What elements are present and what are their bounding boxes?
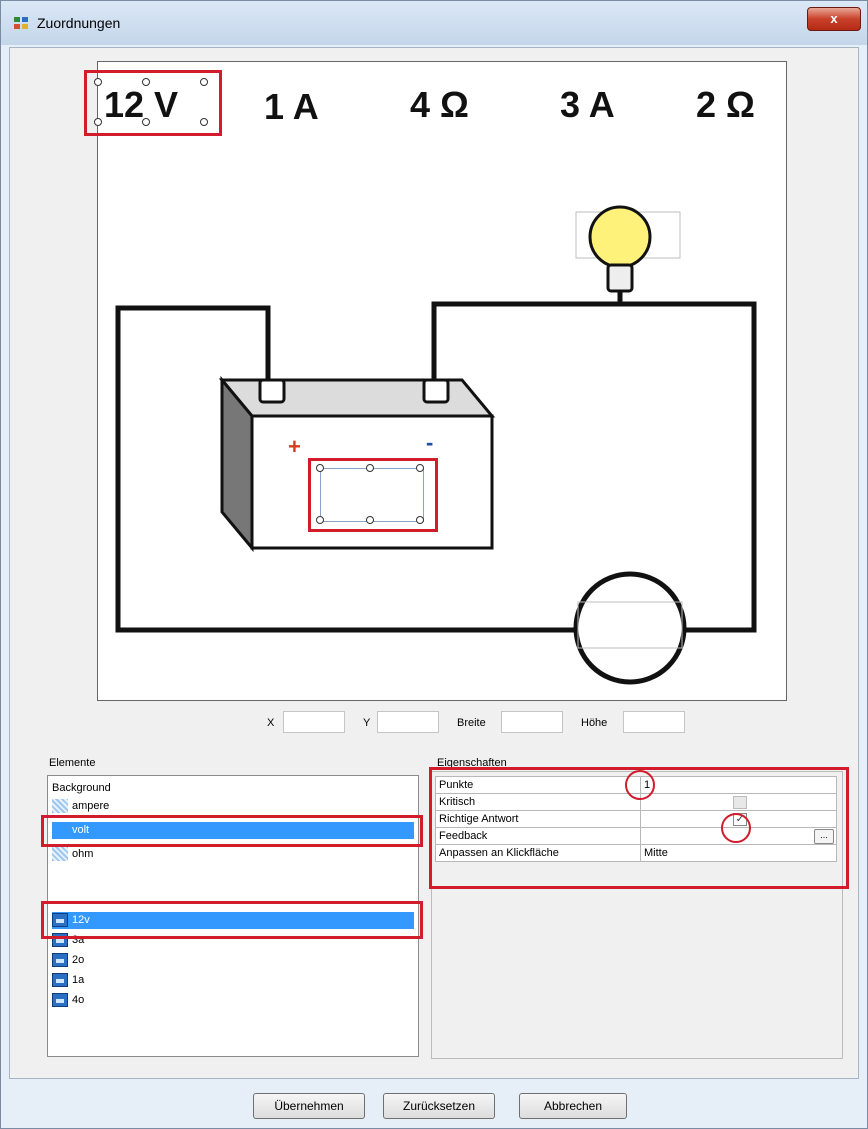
reset-button[interactable]: Zurücksetzen	[383, 1093, 495, 1119]
elements-label: Elemente	[49, 757, 96, 769]
bulb-glass	[588, 205, 652, 269]
assignment-canvas[interactable]: 12 V 1 A 4 Ω 3 A 2 Ω + -	[84, 61, 787, 701]
highlight-12v-item	[41, 901, 423, 939]
cancel-button[interactable]: Abbrechen	[519, 1093, 627, 1119]
highlight-points-circle	[625, 770, 655, 800]
image-icon	[52, 973, 68, 988]
list-item-4o[interactable]: 4o	[52, 992, 84, 1009]
list-item-2o[interactable]: 2o	[52, 952, 84, 969]
coordinate-row: X Y Breite Höhe	[1, 711, 868, 735]
resize-handle[interactable]	[94, 78, 102, 86]
resize-handle[interactable]	[200, 78, 208, 86]
x-label: X	[267, 717, 275, 729]
window-title: Zuordnungen	[37, 15, 121, 31]
list-item-label: ampere	[72, 800, 110, 812]
battery-terminal-minus	[422, 378, 450, 404]
list-item-background[interactable]: Background	[52, 780, 111, 797]
list-item-ohm[interactable]: ohm	[52, 846, 93, 863]
meter-circle	[573, 571, 687, 685]
minus-sign: -	[426, 430, 434, 455]
resize-handle[interactable]	[200, 118, 208, 126]
list-item-label: 4o	[72, 994, 85, 1006]
image-icon	[52, 953, 68, 968]
y-label: Y	[363, 717, 371, 729]
resize-handle[interactable]	[366, 516, 374, 524]
height-label: Höhe	[581, 717, 608, 729]
close-button[interactable]: x	[807, 7, 861, 31]
title-bar: Zuordnungen x	[1, 1, 867, 45]
height-field[interactable]	[623, 711, 685, 733]
x-field[interactable]	[283, 711, 345, 733]
bulb-base	[606, 263, 634, 293]
plus-sign: +	[288, 434, 301, 459]
dialog-window: Zuordnungen x 12 V 1 A 4 Ω 3 A 2 Ω + - X…	[0, 0, 868, 1129]
circuit-diagram	[115, 205, 757, 685]
volt-drop-area[interactable]	[320, 468, 424, 522]
list-item-label: 1a	[72, 974, 85, 986]
width-field[interactable]	[501, 711, 563, 733]
resize-handle[interactable]	[366, 464, 374, 472]
area-icon	[52, 799, 68, 814]
app-icon	[14, 17, 28, 29]
y-field[interactable]	[377, 711, 439, 733]
resize-handle[interactable]	[416, 516, 424, 524]
resize-handle[interactable]	[416, 464, 424, 472]
list-item-ampere[interactable]: ampere	[52, 798, 109, 815]
apply-button[interactable]: Übernehmen	[253, 1093, 365, 1119]
list-item-label: 2o	[72, 954, 85, 966]
battery-terminal-plus	[258, 378, 286, 404]
resize-handle[interactable]	[316, 464, 324, 472]
image-icon	[52, 993, 68, 1008]
width-label: Breite	[457, 717, 486, 729]
resize-handle[interactable]	[316, 516, 324, 524]
area-icon	[52, 847, 68, 862]
list-item-label: ohm	[72, 848, 94, 860]
resize-handle[interactable]	[142, 118, 150, 126]
list-item-1a[interactable]: 1a	[52, 972, 84, 989]
resize-handle[interactable]	[94, 118, 102, 126]
highlight-volt-item	[41, 815, 423, 847]
resize-handle[interactable]	[142, 78, 150, 86]
highlight-checkbox-circle	[721, 813, 751, 843]
